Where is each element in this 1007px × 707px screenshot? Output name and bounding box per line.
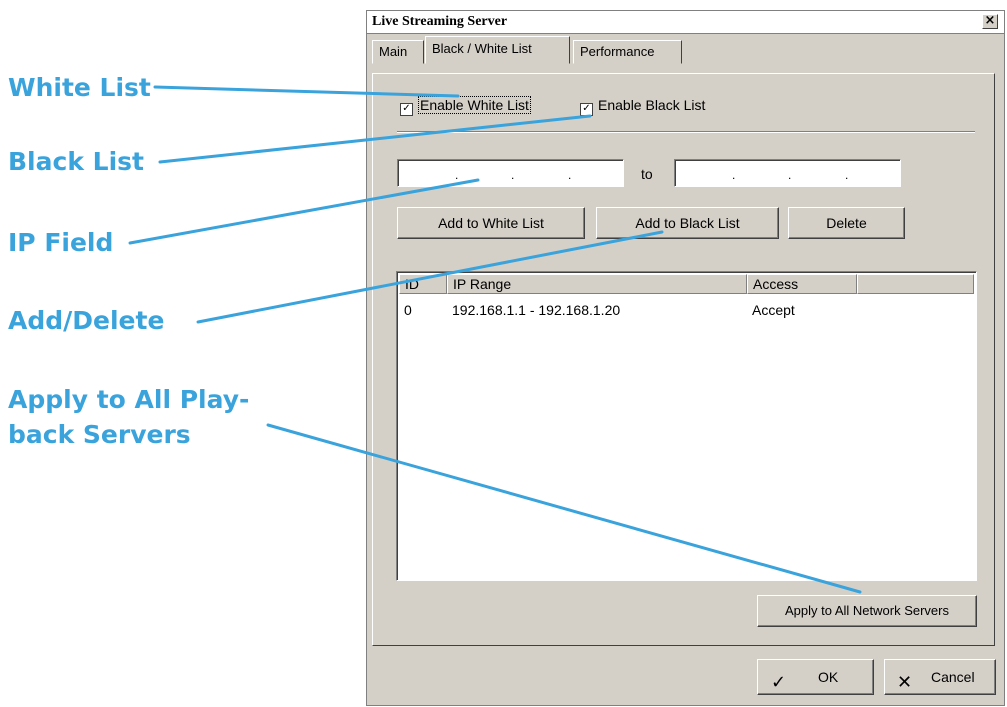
column-header-id[interactable]: ID [399, 274, 447, 294]
enable-black-list-label: Enable Black List [598, 97, 706, 113]
row-id: 0 [404, 302, 412, 318]
to-label: to [641, 166, 653, 182]
callout-add-delete: Add/Delete [8, 306, 165, 335]
enable-white-list-label: Enable White List [418, 96, 531, 114]
ok-label: OK [818, 669, 839, 685]
ok-button[interactable]: ✓ OK [757, 659, 874, 695]
ip-from-dot: . [455, 168, 459, 182]
callout-apply-line2: back Servers [8, 420, 191, 449]
ip-from-field[interactable]: . . . [397, 159, 624, 187]
ip-to-dot: . [788, 168, 792, 182]
close-icon[interactable]: × [982, 14, 998, 29]
tab-performance[interactable]: Performance [573, 40, 682, 64]
column-header-ip-range[interactable]: IP Range [447, 274, 747, 294]
ip-from-dot: . [511, 168, 515, 182]
add-to-white-list-button[interactable]: Add to White List [397, 207, 585, 239]
callout-black-list: Black List [8, 147, 144, 176]
tab-main[interactable]: Main [372, 40, 424, 64]
apply-to-all-network-servers-button[interactable]: Apply to All Network Servers [757, 595, 977, 627]
ip-to-dot: . [732, 168, 736, 182]
delete-button[interactable]: Delete [788, 207, 905, 239]
enable-black-list-checkbox[interactable]: ✓ Enable Black List [580, 96, 706, 116]
column-header-empty [857, 274, 974, 294]
row-ip-range: 192.168.1.1 - 192.168.1.20 [452, 302, 621, 318]
dialog-titlebar[interactable]: Live Streaming Server × [367, 11, 1004, 34]
add-to-black-list-button[interactable]: Add to Black List [596, 207, 779, 239]
cancel-button[interactable]: ✕ Cancel [884, 659, 996, 695]
cancel-label: Cancel [931, 669, 975, 685]
row-access: Accept [752, 302, 795, 318]
callout-white-list: White List [8, 73, 151, 102]
column-header-access[interactable]: Access [747, 274, 857, 294]
white-list-checkmark-icon: ✓ [400, 103, 413, 116]
enable-white-list-checkbox[interactable]: ✓ Enable White List [400, 96, 531, 116]
ip-to-dot: . [845, 168, 849, 182]
tab-black-white-list[interactable]: Black / White List [425, 36, 570, 64]
ip-list[interactable]: ID IP Range Access 0 192.168.1.1 - 192.1… [396, 271, 977, 581]
cancel-x-icon: ✕ [897, 672, 913, 693]
ip-from-dot: . [568, 168, 572, 182]
dialog-title: Live Streaming Server [372, 14, 508, 29]
black-list-checkmark-icon: ✓ [580, 103, 593, 116]
callout-apply-line1: Apply to All Play- [8, 385, 250, 414]
separator [397, 131, 975, 133]
checkmark-icon: ✓ [771, 672, 787, 693]
callout-ip-field: IP Field [8, 228, 114, 257]
ip-to-field[interactable]: . . . [674, 159, 901, 187]
